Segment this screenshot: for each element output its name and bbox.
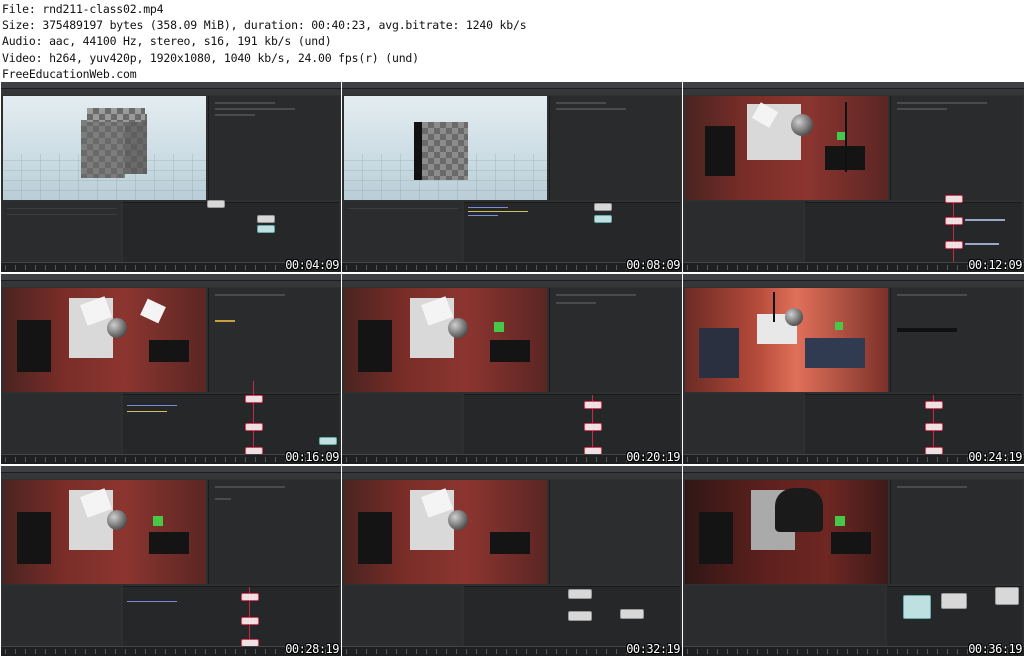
node-editor bbox=[805, 195, 1022, 269]
viewport bbox=[685, 96, 888, 200]
node-editor bbox=[123, 200, 339, 262]
parameter-panel bbox=[208, 288, 339, 392]
viewport bbox=[344, 96, 547, 200]
audio-info: Audio: aac, 44100 Hz, stereo, s16, 191 k… bbox=[2, 34, 332, 49]
tree-panel bbox=[344, 202, 462, 262]
parameter-panel bbox=[549, 288, 680, 392]
menu-bar bbox=[683, 274, 1024, 281]
timestamp: 00:32:19 bbox=[626, 642, 680, 656]
node-editor bbox=[464, 394, 680, 455]
parameter-panel bbox=[890, 480, 1022, 584]
menu-bar bbox=[683, 466, 1024, 473]
cube bbox=[414, 122, 470, 180]
viewport bbox=[685, 480, 888, 584]
viewport bbox=[344, 288, 547, 392]
file-name: File: rnd211-class02.mp4 bbox=[2, 2, 164, 16]
viewport bbox=[344, 480, 547, 584]
timestamp: 00:24:19 bbox=[968, 450, 1022, 464]
tree-panel bbox=[3, 202, 121, 262]
menu-bar bbox=[342, 82, 682, 89]
menu-bar bbox=[683, 82, 1024, 89]
thumbnail-5[interactable]: 00:20:19 bbox=[342, 274, 682, 464]
toolbar bbox=[683, 473, 1024, 479]
thumbnail-8[interactable]: 00:32:19 bbox=[342, 466, 682, 656]
thumbnail-grid: 00:04:09 00:08:09 00:12:09 00:16:09 00:2… bbox=[1, 82, 1024, 656]
toolbar bbox=[1, 281, 341, 287]
timestamp: 00:16:09 bbox=[285, 450, 339, 464]
menu-bar bbox=[1, 274, 341, 281]
parameter-panel bbox=[208, 96, 339, 200]
node-editor bbox=[464, 586, 680, 646]
thumbnail-3[interactable]: 00:12:09 bbox=[683, 82, 1024, 272]
thumbnail-9[interactable]: 00:36:19 bbox=[683, 466, 1024, 656]
timestamp: 00:28:19 bbox=[285, 642, 339, 656]
node-editor bbox=[805, 394, 1022, 455]
toolbar bbox=[1, 89, 341, 95]
viewport bbox=[685, 288, 888, 392]
tree-panel bbox=[685, 586, 885, 646]
tree-panel bbox=[3, 586, 121, 646]
node-editor bbox=[887, 586, 1022, 646]
tree-panel bbox=[685, 394, 803, 454]
menu-bar bbox=[342, 274, 682, 281]
menu-bar bbox=[342, 466, 682, 473]
tree-panel bbox=[685, 202, 803, 262]
thumbnail-6[interactable]: 00:24:19 bbox=[683, 274, 1024, 464]
menu-bar bbox=[1, 466, 341, 473]
tree-panel bbox=[344, 586, 462, 646]
timestamp: 00:20:19 bbox=[626, 450, 680, 464]
parameter-panel bbox=[208, 480, 339, 584]
thumbnail-1[interactable]: 00:04:09 bbox=[1, 82, 341, 272]
parameter-panel bbox=[890, 288, 1022, 392]
toolbar bbox=[683, 89, 1024, 95]
node-editor bbox=[464, 202, 680, 262]
node-editor bbox=[123, 586, 339, 647]
viewport bbox=[3, 288, 206, 392]
viewport bbox=[3, 480, 206, 584]
tree-panel bbox=[3, 394, 121, 454]
tree-panel bbox=[344, 394, 462, 454]
node-editor bbox=[123, 381, 339, 457]
timestamp: 00:36:19 bbox=[968, 642, 1022, 656]
thumbnail-2[interactable]: 00:08:09 bbox=[342, 82, 682, 272]
toolbar bbox=[1, 473, 341, 479]
timestamp: 00:04:09 bbox=[285, 258, 339, 272]
timestamp: 00:12:09 bbox=[968, 258, 1022, 272]
toolbar bbox=[342, 473, 682, 479]
parameter-panel bbox=[549, 96, 680, 200]
file-size: Size: 375489197 bytes (358.09 MiB), dura… bbox=[2, 18, 527, 33]
toolbar bbox=[342, 89, 682, 95]
cube bbox=[81, 108, 151, 180]
parameter-panel bbox=[549, 480, 680, 584]
thumbnail-7[interactable]: 00:28:19 bbox=[1, 466, 341, 656]
toolbar bbox=[683, 281, 1024, 287]
menu-bar bbox=[1, 82, 341, 89]
thumbnail-4[interactable]: 00:16:09 bbox=[1, 274, 341, 464]
viewport bbox=[3, 96, 206, 200]
file-info-header: File: rnd211-class02.mp4 Size: 375489197… bbox=[2, 1, 602, 82]
parameter-panel bbox=[890, 96, 1022, 200]
toolbar bbox=[342, 281, 682, 287]
video-info: Video: h264, yuv420p, 1920x1080, 1040 kb… bbox=[2, 50, 419, 65]
site-watermark: FreeEducationWeb.com bbox=[2, 66, 137, 81]
timestamp: 00:08:09 bbox=[626, 258, 680, 272]
